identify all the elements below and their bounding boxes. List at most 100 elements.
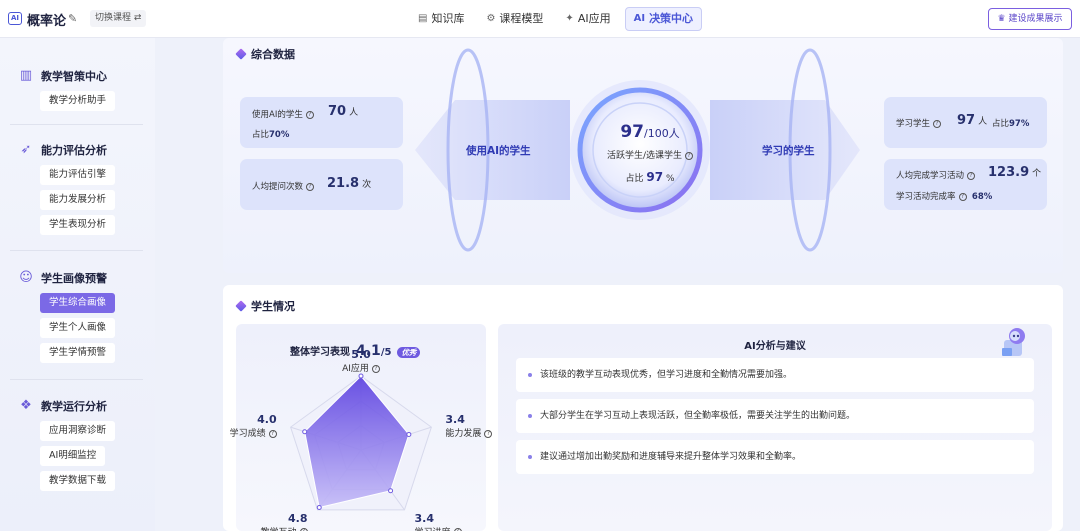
app-title: 概率论	[27, 14, 67, 29]
diamond-icon	[235, 300, 247, 312]
tab-knowledge-base[interactable]: ▤ 知识库	[410, 7, 472, 31]
radar-axis-label: 4.8教学互动?	[248, 512, 308, 531]
radar-axis-value: 4.8	[288, 511, 308, 525]
chart-icon: ▥	[19, 68, 33, 83]
bullet-icon	[528, 455, 532, 459]
card-value: 21.8 次	[327, 176, 372, 191]
sidebar-group-header[interactable]: ▥ 教学智策中心	[0, 66, 155, 86]
card-value: 123.9 个	[988, 165, 1042, 180]
sidebar-group-ability: ➶ 能力评估分析 能力评估引擎 能力发展分析 学生表现分析	[0, 140, 155, 235]
sidebar-item-data-download[interactable]: 教学数据下载	[40, 471, 116, 491]
overview-title-text: 综合数据	[251, 48, 295, 61]
excellent-badge: 优秀	[397, 347, 421, 358]
radar-point	[358, 373, 364, 379]
switch-course-button[interactable]: 切换课程 ⇄	[90, 10, 147, 27]
sidebar-item-student-performance[interactable]: 学生表现分析	[40, 215, 116, 235]
card-label: 人均提问次数?	[252, 180, 315, 192]
divider	[10, 250, 143, 251]
divider	[10, 379, 143, 380]
card-sub: 占比70%	[252, 130, 290, 140]
sidebar-group-header[interactable]: ☺ 学生画像预警	[0, 268, 155, 288]
sidebar-group-title: 能力评估分析	[41, 144, 107, 157]
avg-questions-card: 人均提问次数? 21.8 次	[240, 159, 403, 210]
help-icon[interactable]: ?	[685, 151, 694, 160]
help-icon[interactable]: ?	[933, 119, 942, 128]
robot-icon	[1002, 328, 1025, 356]
learning-students-card: 学习学生? 97 人 占比97%	[884, 97, 1047, 148]
bullet-icon	[528, 414, 532, 418]
left-wing-label: 使用AI的学生	[466, 145, 531, 157]
ai-students-card: 使用AI的学生? 70 人 占比70%	[240, 97, 403, 148]
help-icon[interactable]: ?	[958, 192, 967, 201]
help-icon[interactable]: ?	[268, 429, 277, 438]
sidebar-group-profile: ☺ 学生画像预警 学生综合画像 学生个人画像 学生学情预警	[0, 268, 155, 363]
radar-axis-label: 3.4 能力发展?	[445, 413, 505, 439]
right-wing-label: 学习的学生	[762, 145, 815, 157]
active-ratio: 占比 97 %	[625, 170, 675, 184]
help-icon[interactable]: ?	[484, 429, 493, 438]
bullet-icon	[528, 373, 532, 377]
gear-icon: ⚙	[486, 13, 496, 24]
radar-point	[406, 431, 412, 437]
tab-decision-center[interactable]: AI 决策中心	[624, 7, 703, 31]
trophy-icon: ♛	[997, 14, 1006, 24]
tab-label: 决策中心	[649, 12, 694, 25]
sidebar-item-app-insight[interactable]: 应用洞察诊断	[40, 421, 116, 441]
radar-axis-label: 5.0 AI应用?	[331, 348, 391, 374]
sidebar-group-header[interactable]: ❖ 教学运行分析	[0, 396, 155, 416]
sidebar-group-header[interactable]: ➶ 能力评估分析	[0, 140, 155, 160]
radar-axis-label: 4.0 学习成绩?	[217, 413, 277, 439]
active-students-value: 97/100人	[620, 122, 680, 142]
edit-icon[interactable]: ✎	[68, 12, 77, 25]
card-label: 人均完成学习活动?	[896, 169, 976, 181]
active-students-label: 活跃学生/选课学生?	[580, 148, 720, 161]
rocket-icon: ➶	[20, 142, 32, 157]
card-value: 70 人	[328, 104, 359, 119]
card-sub: 占比97%	[992, 119, 1030, 129]
card-sub: 学习活动完成率? 68%	[896, 192, 993, 202]
suggestion-item: 建议通过增加出勤奖励和进度辅导来提升整体学习效果和全勤率。	[516, 440, 1034, 474]
showcase-results-button[interactable]: ♛ 建设成果展示	[988, 8, 1072, 30]
card-label: 学习学生?	[896, 117, 942, 129]
sidebar-item-student-warning[interactable]: 学生学情预警	[40, 343, 116, 363]
radar-axis-name: 学习成绩	[229, 429, 266, 440]
students-title-text: 学生情况	[251, 300, 295, 313]
sidebar: ▥ 教学智策中心 教学分析助手 ➶ 能力评估分析 能力评估引擎 能力发展分析 学…	[0, 38, 155, 531]
diamond-icon	[235, 48, 247, 60]
sidebar-item-student-overall-profile[interactable]: 学生综合画像	[40, 293, 116, 313]
radar-chart	[290, 373, 432, 511]
main-nav: ▤ 知识库 ⚙ 课程模型 ✦ AI应用 AI 决策中心	[410, 7, 703, 31]
suggestion-item: 该班级的教学互动表现优秀，但学习进度和全勤情况需要加强。	[516, 358, 1034, 392]
sidebar-group-title: 教学运行分析	[41, 400, 107, 413]
tab-label: AI应用	[577, 12, 611, 25]
radar-axis-value: 4.0	[257, 413, 277, 427]
center-stats: 97/100人 活跃学生/选课学生? 占比 97 %	[580, 118, 720, 198]
radar-point	[302, 429, 308, 435]
sidebar-group-title: 教学智策中心	[41, 70, 107, 83]
sidebar-item-student-personal-profile[interactable]: 学生个人画像	[40, 318, 116, 338]
help-icon[interactable]: ?	[371, 364, 380, 373]
sidebar-group-strategy: ▥ 教学智策中心 教学分析助手	[0, 66, 155, 111]
tab-course-model[interactable]: ⚙ 课程模型	[478, 7, 551, 31]
cube-icon: ❖	[20, 398, 32, 413]
suggestion-item: 大部分学生在学习互动上表现活跃，但全勤率极低，需要关注学生的出勤问题。	[516, 399, 1034, 433]
tab-label: 课程模型	[499, 12, 544, 25]
tab-ai-apps[interactable]: ✦ AI应用	[557, 7, 618, 31]
radar-axis-value: 3.4	[414, 511, 434, 525]
app-logo-icon: AI	[8, 12, 22, 25]
help-icon[interactable]: ?	[305, 110, 314, 119]
tab-label: 知识库	[431, 12, 465, 25]
ai-badge-icon: AI	[633, 13, 646, 24]
sidebar-item-teaching-assistant[interactable]: 教学分析助手	[40, 91, 116, 111]
radar-axis-value: 5.0	[351, 348, 371, 361]
top-bar: AI 概率论 ✎ 切换课程 ⇄ ▤ 知识库 ⚙ 课程模型 ✦ AI应用 AI 决…	[0, 0, 1080, 38]
sidebar-item-ability-engine[interactable]: 能力评估引擎	[40, 165, 116, 185]
book-icon: ▤	[418, 13, 428, 24]
help-icon[interactable]: ?	[967, 171, 976, 180]
sidebar-group-operations: ❖ 教学运行分析 应用洞察诊断 AI明细监控 教学数据下载	[0, 396, 155, 491]
help-icon[interactable]: ?	[306, 182, 315, 191]
card-value: 97 人	[957, 113, 988, 128]
sidebar-item-ai-monitor[interactable]: AI明细监控	[40, 446, 106, 466]
radar-axis-value: 3.4	[445, 413, 465, 427]
sidebar-item-ability-development[interactable]: 能力发展分析	[40, 190, 116, 210]
